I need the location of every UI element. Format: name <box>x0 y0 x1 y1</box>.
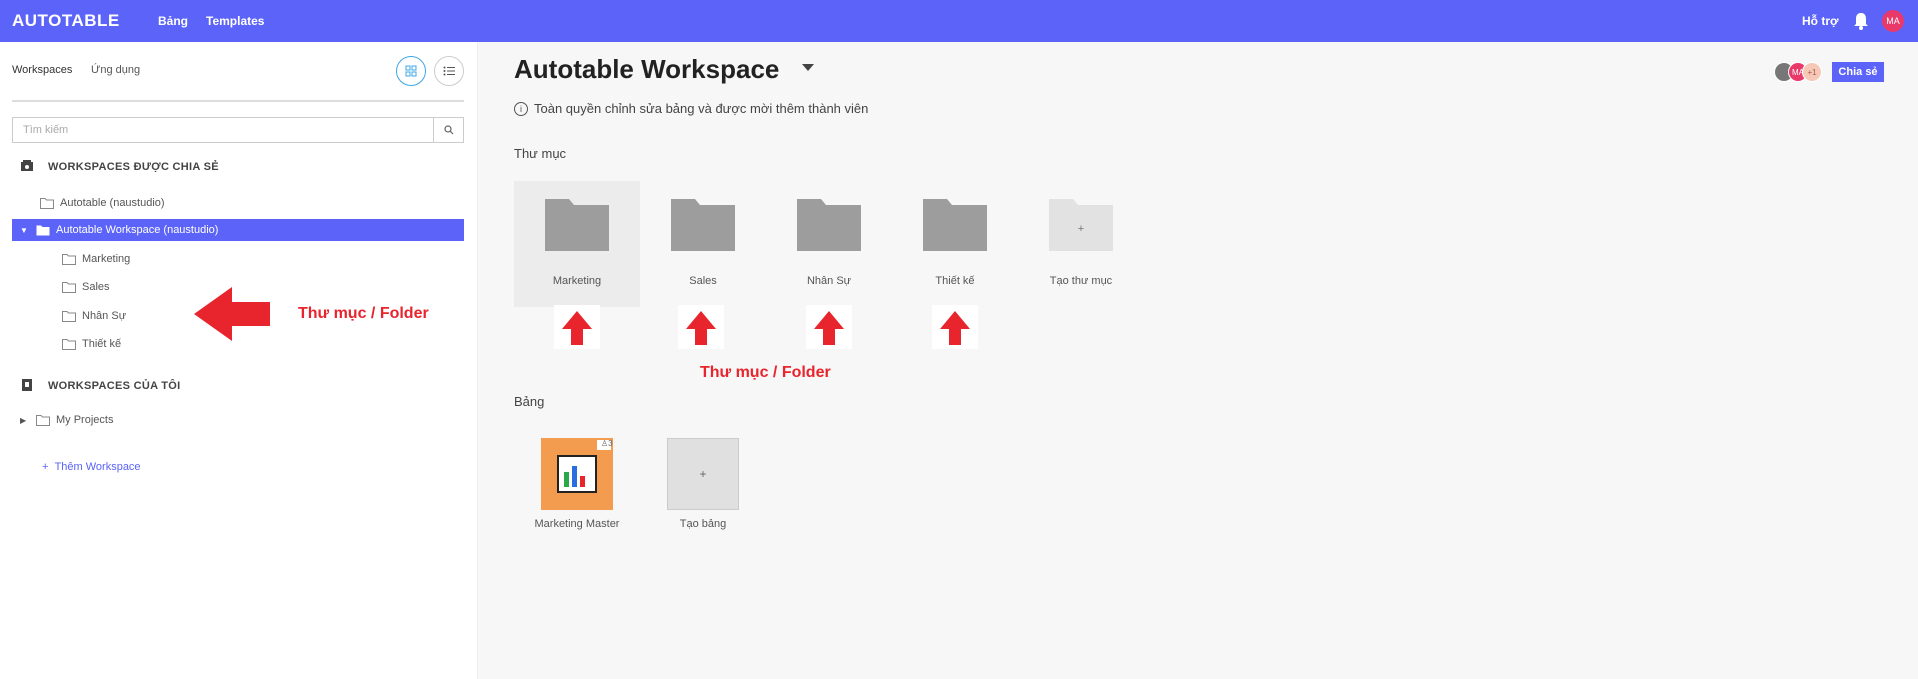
folder-icon <box>62 281 76 293</box>
search-box <box>12 117 464 143</box>
my-workspace-icon <box>22 379 32 391</box>
my-workspaces-title: WORKSPACES CỦA TÔI <box>48 380 181 392</box>
tree-item-autotable[interactable]: Autotable (naustudio) <box>40 192 165 214</box>
grid-view-button[interactable] <box>396 56 426 86</box>
nav-templates-link[interactable]: Templates <box>206 14 264 28</box>
table-name: Tạo bảng <box>679 518 727 530</box>
workspace-title: Autotable Workspace <box>514 54 780 84</box>
shared-workspaces-title: WORKSPACES ĐƯỢC CHIA SẺ <box>48 161 219 173</box>
caret-right-icon[interactable]: ▶ <box>20 416 28 425</box>
main-content: Autotable Workspace i Toàn quyền chỉnh s… <box>478 42 1918 679</box>
user-avatar[interactable]: MA <box>1882 10 1904 32</box>
notification-bell-icon[interactable] <box>1852 11 1870 31</box>
sidebar: Workspaces Ứng dụng WORKSPACES ĐƯỢC CH <box>0 42 478 679</box>
shared-workspace-icon <box>21 160 33 171</box>
logo[interactable]: AUTOTABLE <box>12 11 120 31</box>
table-name: Marketing Master <box>534 518 620 530</box>
plus-icon: + <box>1077 223 1085 235</box>
red-arrow-up-icon <box>554 305 600 349</box>
folder-icon <box>545 199 609 251</box>
red-arrow-up-icon <box>932 305 978 349</box>
tab-divider <box>12 100 464 102</box>
grid-icon <box>405 65 417 77</box>
folder-annotation-left: Thư mục / Folder <box>298 305 429 322</box>
folder-icon <box>62 310 76 322</box>
folder-name: Tạo thư mục <box>1049 275 1113 287</box>
red-arrow-up-icon <box>678 305 724 349</box>
folder-icon <box>40 197 54 209</box>
search-input[interactable] <box>13 118 433 142</box>
folder-icon <box>923 199 987 251</box>
add-workspace-label: Thêm Workspace <box>54 461 141 473</box>
folder-card-design[interactable]: Thiết kế <box>892 181 1018 307</box>
tree-item-label: Autotable Workspace (naustudio) <box>56 224 219 236</box>
tree-item-label: Thiết kế <box>82 338 122 350</box>
folder-card-hr[interactable]: Nhân Sự <box>766 181 892 307</box>
table-member-badge: ♙3 <box>601 439 613 448</box>
create-folder-card[interactable]: + Tạo thư mục <box>1018 181 1144 307</box>
plus-icon: + <box>42 461 49 473</box>
folder-name: Nhân Sự <box>806 275 852 287</box>
nav-tables-link[interactable]: Bảng <box>158 14 188 28</box>
search-icon <box>443 125 453 135</box>
add-workspace-button[interactable]: + Thêm Workspace <box>42 461 141 473</box>
red-arrow-up-icon <box>806 305 852 349</box>
tree-item-autotable-workspace[interactable]: ▼ Autotable Workspace (naustudio) <box>12 219 464 241</box>
folders-section-label: Thư mục <box>514 146 567 161</box>
tree-item-label: Marketing <box>82 253 131 265</box>
folder-annotation-main: Thư mục / Folder <box>700 364 831 381</box>
folder-icon <box>797 199 861 251</box>
table-thumbnail-icon <box>541 438 613 510</box>
folder-name: Marketing <box>552 275 602 287</box>
folder-icon <box>671 199 735 251</box>
tree-item-label: Sales <box>82 281 110 293</box>
tree-item-design[interactable]: Thiết kế <box>62 333 121 355</box>
tables-section-label: Bảng <box>514 394 545 409</box>
folder-icon <box>36 414 50 426</box>
badge-count: 3 <box>608 439 613 448</box>
search-button[interactable] <box>433 118 463 142</box>
folder-icon <box>62 338 76 350</box>
member-avatars[interactable]: MA +1 <box>1774 62 1828 82</box>
tree-item-label: Nhân Sự <box>82 310 127 322</box>
tree-item-my-projects[interactable]: ▶ My Projects <box>20 409 113 431</box>
tree-item-label: My Projects <box>56 414 114 426</box>
folder-name: Sales <box>689 275 717 287</box>
permission-note: i Toàn quyền chỉnh sửa bảng và được mời … <box>514 101 868 116</box>
tree-item-label: Autotable (naustudio) <box>60 197 165 209</box>
member-count-badge: +1 <box>1802 62 1822 82</box>
top-bar: AUTOTABLE Bảng Templates Hỗ trợ MA <box>0 0 1918 42</box>
folder-icon <box>62 253 76 265</box>
folder-open-icon <box>36 225 50 235</box>
permission-text: Toàn quyền chỉnh sửa bảng và được mời th… <box>534 101 869 116</box>
folder-name: Thiết kế <box>935 275 975 287</box>
list-view-button[interactable] <box>434 56 464 86</box>
tree-item-hr[interactable]: Nhân Sự <box>62 305 126 327</box>
tab-workspaces[interactable]: Workspaces <box>12 64 72 76</box>
workspace-dropdown-icon[interactable] <box>802 64 814 71</box>
folder-card-sales[interactable]: Sales <box>640 181 766 307</box>
folder-card-marketing[interactable]: Marketing <box>514 181 640 307</box>
share-button[interactable]: Chia sẻ <box>1832 62 1884 82</box>
list-icon <box>443 66 455 76</box>
tab-apps[interactable]: Ứng dụng <box>91 64 140 76</box>
red-arrow-left-icon <box>194 287 270 341</box>
info-icon: i <box>514 101 528 116</box>
plus-icon: + <box>667 438 739 510</box>
caret-down-icon[interactable]: ▼ <box>20 226 28 235</box>
support-link[interactable]: Hỗ trợ <box>1802 14 1839 28</box>
tree-item-marketing[interactable]: Marketing <box>62 248 130 270</box>
tree-item-sales[interactable]: Sales <box>62 276 110 298</box>
